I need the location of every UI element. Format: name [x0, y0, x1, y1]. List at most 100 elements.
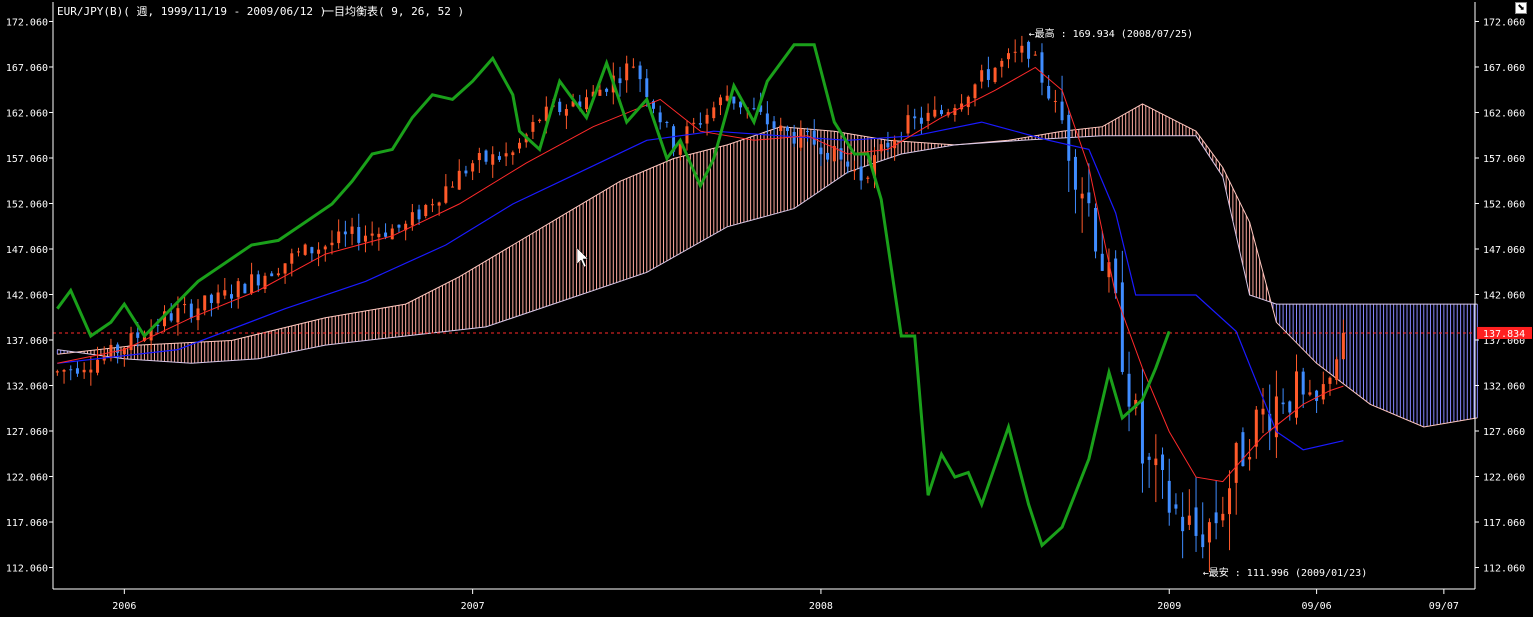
- candle-body: [377, 233, 381, 238]
- candle-body: [852, 170, 856, 172]
- y-tick-label-right: 172.060: [1483, 17, 1525, 28]
- candle-body: [129, 333, 133, 351]
- candle-body: [799, 128, 803, 148]
- candle-body: [1100, 253, 1104, 271]
- candle-body: [317, 249, 321, 254]
- candle-body: [792, 131, 796, 144]
- candle-body: [1033, 54, 1037, 56]
- y-tick-label-right: 112.060: [1483, 564, 1525, 575]
- candle-body: [323, 246, 327, 250]
- candle-body: [384, 232, 388, 237]
- candle-body: [893, 139, 897, 149]
- candle-body: [1234, 443, 1238, 483]
- y-tick-label-left: 127.060: [6, 427, 48, 438]
- ichimoku-chart: 172.060 172.060 167.060 167.060 162.060 162.0…: [0, 0, 1533, 617]
- restore-icon[interactable]: ⬊: [1515, 2, 1527, 14]
- candle-body: [1248, 456, 1252, 460]
- candle-body: [919, 117, 923, 124]
- candle-body: [296, 251, 300, 253]
- candle-body: [330, 242, 334, 246]
- candle-body: [397, 224, 401, 228]
- candle-body: [444, 186, 448, 203]
- candle-body: [558, 101, 562, 113]
- x-tick-label: 2007: [461, 601, 485, 612]
- candle-body: [250, 274, 254, 293]
- candle-body: [1288, 401, 1292, 413]
- symbol-label: EUR/JPY(B)( 週, 1999/11/19 - 2009/06/12 ): [57, 5, 327, 18]
- candle-body: [1094, 207, 1098, 252]
- y-tick-label-left: 172.060: [6, 17, 48, 28]
- candle-body: [819, 147, 823, 155]
- candle-body: [926, 112, 930, 122]
- candle-body: [1301, 371, 1305, 395]
- candle-body: [966, 96, 970, 108]
- candle-body: [1201, 534, 1205, 548]
- candle-body: [564, 109, 568, 116]
- y-tick-label-left: 137.060: [6, 336, 48, 347]
- candle-body: [1261, 408, 1265, 415]
- candle-body: [518, 142, 522, 149]
- candle-body: [1127, 373, 1131, 407]
- candle-body: [89, 369, 93, 373]
- candle-body: [779, 125, 783, 132]
- candle-body: [1013, 51, 1017, 53]
- candle-body: [464, 170, 468, 174]
- y-tick-label-right: 162.060: [1483, 108, 1525, 119]
- y-tick-label-left: 142.060: [6, 290, 48, 301]
- y-tick-label-left: 147.060: [6, 245, 48, 256]
- candle-body: [69, 369, 73, 371]
- x-tick-label: 2008: [809, 601, 833, 612]
- y-tick-label-right: 142.060: [1483, 290, 1525, 301]
- candle-body: [846, 161, 850, 167]
- candle-body: [1027, 41, 1031, 59]
- candle-body: [350, 226, 354, 234]
- candle-body: [906, 115, 910, 134]
- y-tick-label-right: 167.060: [1483, 63, 1525, 74]
- candle-body: [176, 308, 180, 323]
- candle-body: [283, 263, 287, 274]
- candle-body: [605, 88, 609, 92]
- candle-body: [665, 121, 669, 123]
- candle-body: [1281, 402, 1285, 405]
- candle-body: [1194, 507, 1198, 536]
- candle-body: [1006, 53, 1010, 60]
- candle-body: [370, 233, 374, 236]
- candle-body: [806, 131, 810, 133]
- indicator-label: 一目均衡表( 9, 26, 52 ): [323, 5, 465, 18]
- candle-body: [223, 290, 227, 296]
- candle-body: [363, 235, 367, 242]
- candle-body: [886, 142, 890, 148]
- candle-body: [1241, 432, 1245, 467]
- candle-body: [1154, 458, 1158, 466]
- candle-body: [973, 84, 977, 99]
- annotation-label: ←最高 : 169.934 (2008/07/25): [1029, 27, 1194, 40]
- candle-body: [390, 228, 394, 240]
- candle-body: [1161, 454, 1165, 471]
- candle-body: [866, 177, 870, 179]
- candle-body: [698, 123, 702, 125]
- candle-body: [986, 69, 990, 80]
- y-tick-label-left: 117.060: [6, 518, 48, 529]
- candle-body: [752, 108, 756, 110]
- candle-body: [1120, 282, 1124, 372]
- candle-body: [303, 244, 307, 255]
- candle-body: [705, 114, 709, 124]
- y-tick-label-right: 157.060: [1483, 154, 1525, 165]
- y-tick-label-right: 122.060: [1483, 473, 1525, 484]
- candle-body: [1000, 60, 1004, 67]
- candle-body: [1315, 390, 1319, 401]
- candle-body: [1328, 377, 1332, 384]
- candle-body: [1080, 193, 1084, 199]
- candle-body: [531, 122, 535, 132]
- candle-body: [625, 63, 629, 81]
- candle-body: [424, 205, 428, 217]
- candle-body: [993, 67, 997, 83]
- candle-body: [1167, 480, 1171, 513]
- candle-body: [1174, 504, 1178, 509]
- candle-body: [765, 113, 769, 125]
- y-tick-label-right: 152.060: [1483, 199, 1525, 210]
- y-tick-label-left: 112.060: [6, 564, 48, 575]
- candle-body: [913, 116, 917, 119]
- candle-body: [1335, 359, 1339, 380]
- y-tick-label-left: 132.060: [6, 382, 48, 393]
